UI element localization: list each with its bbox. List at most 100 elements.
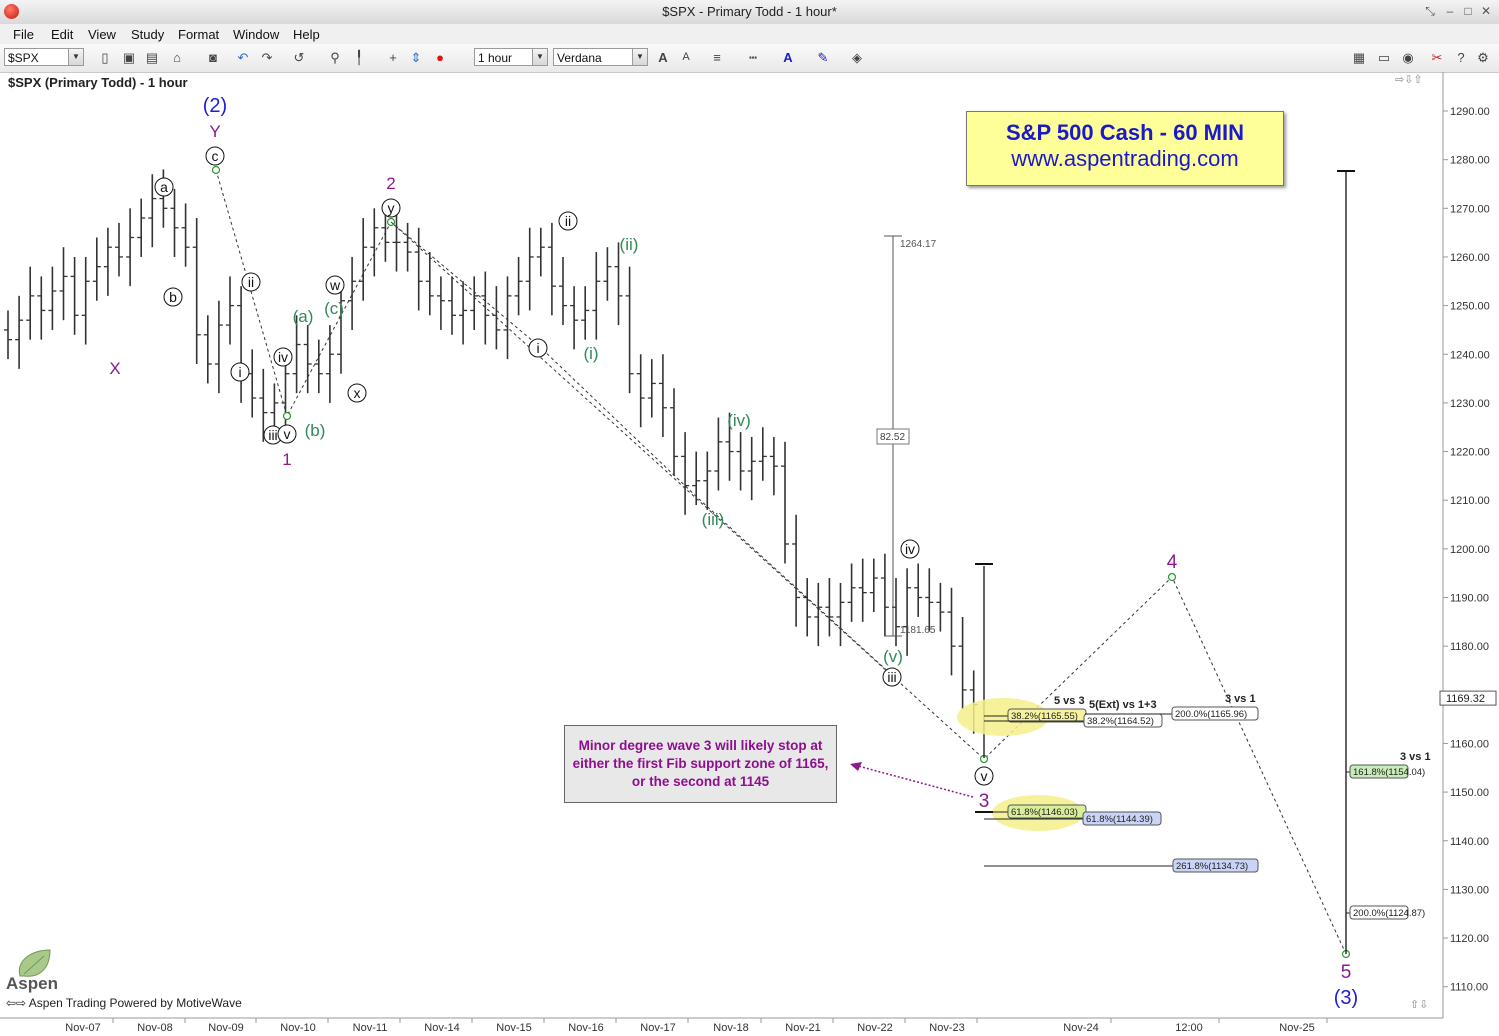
save-all-icon[interactable]: ▤ (143, 49, 161, 66)
restore-size-icon[interactable]: ⤡ (1422, 3, 1438, 19)
line-width-icon[interactable]: ≡ (708, 49, 726, 66)
menu-view[interactable]: View (88, 27, 116, 42)
layout-icon[interactable]: ▭ (1375, 49, 1393, 66)
line-style-icon[interactable]: ┅ (744, 49, 762, 66)
measure-low-label: 1181.65 (900, 625, 936, 636)
wave-label: ii (248, 274, 254, 290)
price-label: 1290.00 (1450, 106, 1490, 118)
symbol-value: $SPX (8, 51, 39, 65)
lasso-icon[interactable]: ↺ (290, 49, 308, 66)
wave-label: (iv) (727, 411, 751, 430)
symbol-combo[interactable]: $SPX ▼ (4, 48, 84, 66)
date-label: Nov-14 (424, 1022, 459, 1034)
price-label: 1230.00 (1450, 398, 1490, 410)
price-label: 1270.00 (1450, 203, 1490, 215)
zoom-icon[interactable]: ⚲ (326, 49, 344, 66)
banner-url: www.aspentrading.com (1011, 146, 1239, 171)
scroll-arrows-icon: ⇧⇩ (1410, 999, 1428, 1011)
fib-level-label: 161.8%(1154.04) (1353, 767, 1425, 778)
menu-file[interactable]: File (13, 27, 34, 42)
tools-icon[interactable]: ✂ (1428, 49, 1446, 66)
help-icon[interactable]: ? (1452, 49, 1470, 66)
fib-set-title: 3 vs 1 (1400, 751, 1431, 763)
price-label: 1280.00 (1450, 155, 1490, 167)
footer-arrows-icon[interactable]: ⇦⇨ (6, 996, 29, 1010)
price-label: 1150.00 (1450, 787, 1489, 799)
wave-label: X (109, 359, 120, 378)
price-label: 1190.00 (1450, 593, 1489, 605)
wave-label: (ii) (620, 235, 639, 254)
date-label: Nov-24 (1063, 1022, 1098, 1034)
date-label: Nov-08 (137, 1022, 172, 1034)
price-label: 1260.00 (1450, 252, 1490, 264)
price-label: 1120.00 (1450, 933, 1489, 945)
chart-overlays: 1264.17 1181.65 82.52 38.2%(1165.55) 38.2%(1… (211, 165, 1431, 959)
template-icon[interactable]: ◉ (1399, 49, 1417, 66)
font-grow-icon[interactable]: A (654, 49, 672, 66)
minimize-icon[interactable]: – (1442, 3, 1458, 19)
wave-label: (3) (1334, 987, 1358, 1009)
wave-label: 4 (1167, 552, 1178, 573)
annotation-note[interactable]: Minor degree wave 3 will likely stop at … (564, 725, 837, 803)
wave-label: (2) (203, 95, 227, 117)
wave-label: i (536, 340, 539, 356)
pivot-marker (282, 411, 292, 421)
menu-study[interactable]: Study (131, 27, 164, 42)
open-folder-icon[interactable]: ⌂ (168, 49, 186, 66)
wave-label: ii (565, 213, 571, 229)
price-label: 1140.00 (1450, 836, 1489, 848)
close-icon[interactable]: ✕ (1478, 3, 1494, 19)
footer-credit: ⇦⇨ Aspen Trading Powered by MotiveWave (6, 996, 242, 1010)
date-label: Nov-10 (280, 1022, 315, 1034)
wave-label: 2 (386, 174, 395, 193)
menu-window[interactable]: Window (233, 27, 279, 42)
wave-label: c (212, 148, 219, 164)
menu-format[interactable]: Format (178, 27, 219, 42)
price-label: 1210.00 (1450, 495, 1490, 507)
fill-color-icon[interactable]: ◈ (848, 49, 866, 66)
redo-icon[interactable]: ↷ (258, 49, 276, 66)
dropdown-arrow-icon[interactable]: ▼ (632, 49, 647, 65)
measure-icon[interactable]: ⇕ (407, 49, 425, 66)
date-label: Nov-07 (65, 1022, 100, 1034)
current-price-label: 1169.32 (1446, 693, 1485, 705)
wave-label: (b) (305, 421, 326, 440)
undo-icon[interactable]: ↶ (234, 49, 252, 66)
toolbar: $SPX ▼ ▯ ▣ ▤ ⌂ ◙ ↶ ↷ ↺ ⚲ ╿ + ⇕ ● 1 hour … (0, 44, 1499, 73)
menu-bar: File Edit View Study Format Window Help (0, 24, 1499, 44)
note-pointer-line (857, 765, 974, 798)
line-tool-icon[interactable]: ╿ (350, 49, 368, 66)
title-bar: $SPX - Primary Todd - 1 hour* ⤡ – □ ✕ (0, 0, 1499, 25)
dropdown-arrow-icon[interactable]: ▼ (532, 49, 547, 65)
dropdown-arrow-icon[interactable]: ▼ (68, 49, 83, 65)
new-document-icon[interactable]: ▯ (96, 49, 114, 66)
wave-label: y (388, 200, 395, 216)
price-label: 1240.00 (1450, 349, 1490, 361)
menu-help[interactable]: Help (293, 27, 320, 42)
date-axis: Nov-07 Nov-08 Nov-09 Nov-10 Nov-11 Nov-14 Nov-… (65, 1018, 1328, 1034)
title-banner: S&P 500 Cash - 60 MIN www.aspentrading.c… (966, 111, 1284, 186)
font-combo[interactable]: Verdana ▼ (553, 48, 648, 66)
wave-label: v (981, 768, 988, 784)
price-label: 1220.00 (1450, 447, 1490, 459)
record-icon[interactable]: ● (431, 49, 449, 66)
fib-level-label: 38.2%(1165.55) (1011, 711, 1078, 722)
save-icon[interactable]: ▣ (120, 49, 138, 66)
fib-level-label: 61.8%(1144.39) (1086, 814, 1153, 825)
footer-text: Aspen Trading Powered by MotiveWave (28, 996, 242, 1010)
menu-edit[interactable]: Edit (51, 27, 73, 42)
font-shrink-icon[interactable]: A (677, 49, 695, 66)
crosshair-icon[interactable]: + (384, 49, 402, 66)
date-label: 12:00 (1175, 1022, 1203, 1034)
text-color-icon[interactable]: A (779, 49, 797, 66)
settings-icon[interactable]: ⚙ (1474, 49, 1492, 66)
fib-set-title: 5(Ext) vs 1+3 (1089, 699, 1157, 711)
line-color-icon[interactable]: ✎ (814, 49, 832, 66)
date-label: Nov-21 (785, 1022, 820, 1034)
price-label: 1180.00 (1450, 641, 1489, 653)
timeframe-combo[interactable]: 1 hour ▼ (474, 48, 548, 66)
chart-panel[interactable]: 1264.17 1181.65 82.52 38.2%(1165.55) 38.2%(1… (0, 72, 1499, 1036)
camera-icon[interactable]: ◙ (204, 49, 222, 66)
maximize-icon[interactable]: □ (1460, 3, 1476, 19)
chart-style-icon[interactable]: ▦ (1350, 49, 1368, 66)
